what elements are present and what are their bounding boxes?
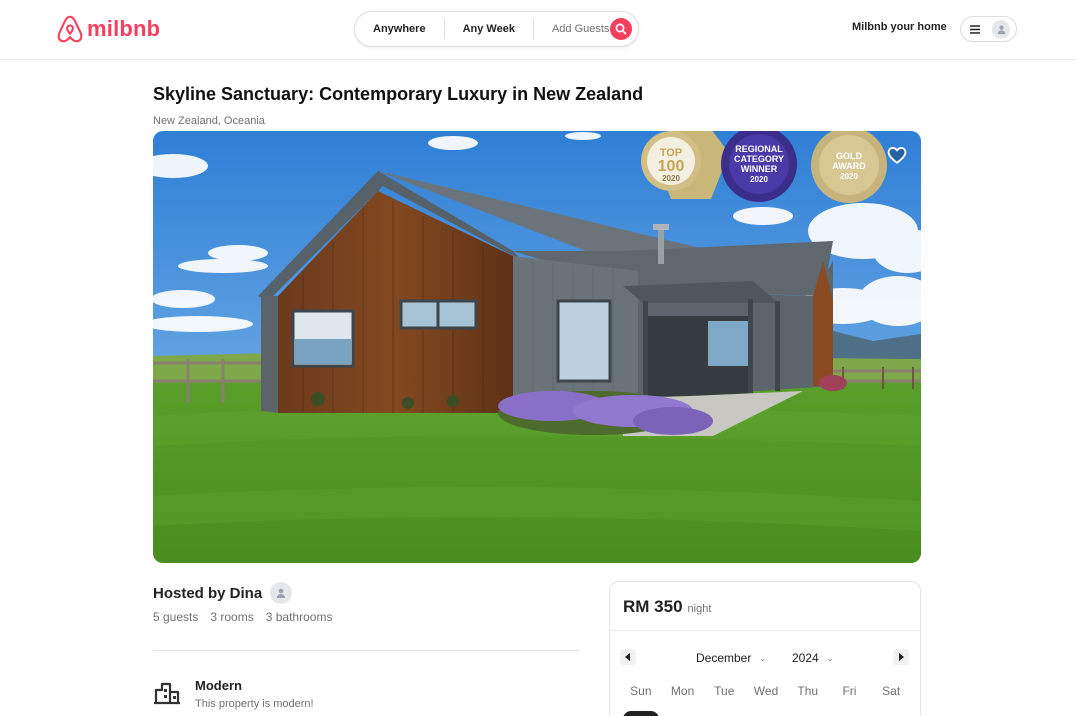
chevron-down-icon: ⌄ — [759, 653, 767, 663]
booking-divider — [610, 630, 920, 631]
chevron-left-icon — [625, 653, 630, 661]
calendar-weekdays: Sun Mon Tue Wed Thu Fri Sat — [620, 684, 912, 698]
next-month-button[interactable] — [893, 649, 909, 665]
chevron-down-icon: ⌄ — [826, 653, 834, 663]
feature-description: This property is modern! — [195, 698, 314, 710]
listing-specs: 5 guests 3 rooms 3 bathrooms — [153, 610, 332, 624]
user-menu-button[interactable] — [960, 16, 1017, 42]
month-select[interactable]: December ⌄ — [696, 651, 766, 665]
bathrooms-count: 3 bathrooms — [265, 610, 333, 624]
feature-title: Modern — [195, 678, 242, 693]
weekday-label: Thu — [797, 684, 819, 698]
badge-top-100-line2: 100 — [658, 158, 685, 175]
weekday-label: Tue — [714, 684, 735, 698]
nightly-price: RM 350 — [623, 597, 683, 616]
badge-top-100-year: 2020 — [662, 174, 680, 183]
rooms-count: 3 rooms — [210, 610, 254, 624]
search-icon — [615, 23, 627, 35]
favorite-heart-icon[interactable] — [886, 144, 908, 166]
badge-gold-line2: AWARD — [832, 161, 866, 171]
price-unit: night — [687, 603, 712, 615]
search-when[interactable]: Any Week — [445, 19, 533, 39]
brand-logo[interactable]: milbnb — [56, 14, 160, 44]
host-info: Hosted by Dina — [153, 582, 293, 604]
year-value: 2024 — [792, 651, 819, 665]
user-icon — [276, 588, 286, 598]
section-divider — [153, 650, 579, 651]
house-photo-illustration: TOP 100 2020 REGIONAL CATEGORY WINNER 20… — [153, 131, 921, 563]
top-navbar: milbnb Anywhere Any Week Add Guests Milb… — [0, 0, 1076, 60]
hosted-by-label: Hosted by Dina — [153, 584, 263, 602]
badge-regional-line1: REGIONAL — [735, 144, 783, 154]
price-row: RM 350 night — [623, 597, 711, 617]
host-your-home-link[interactable]: Milbnb your home — [852, 21, 947, 33]
badge-gold-line1: GOLD — [836, 151, 862, 161]
weekday-label: Sun — [630, 684, 652, 698]
selected-day[interactable] — [623, 711, 659, 716]
badge-gold-year: 2020 — [840, 172, 858, 181]
badge-regional-line2: CATEGORY — [734, 154, 784, 164]
year-select[interactable]: 2024 ⌄ — [792, 651, 833, 665]
search-where[interactable]: Anywhere — [355, 19, 444, 39]
user-avatar — [992, 19, 1010, 39]
weekday-label: Mon — [670, 684, 695, 698]
building-icon — [154, 682, 180, 705]
brand-mark-icon — [57, 15, 83, 43]
hamburger-menu-icon — [970, 24, 981, 34]
prev-month-button[interactable] — [620, 649, 636, 665]
badge-regional-year: 2020 — [750, 175, 768, 184]
search-button[interactable] — [610, 18, 632, 40]
listing-title: Skyline Sanctuary: Contemporary Luxury i… — [153, 84, 644, 104]
user-icon — [997, 25, 1005, 34]
chevron-right-icon — [899, 653, 904, 661]
booking-card: RM 350 night December ⌄ 2024 ⌄ Sun Mon T… — [609, 581, 921, 716]
guests-count: 5 guests — [153, 610, 199, 624]
listing-location: New Zealand, Oceania — [153, 115, 265, 127]
host-avatar — [270, 582, 293, 604]
weekday-label: Wed — [753, 684, 779, 698]
brand-name: milbnb — [87, 16, 161, 41]
weekday-label: Fri — [842, 684, 857, 698]
feature-modern: Modern This property is modern! — [153, 678, 314, 710]
badge-regional-line3: WINNER — [741, 164, 778, 174]
search-bar[interactable]: Anywhere Any Week Add Guests — [354, 11, 639, 47]
listing-photo: TOP 100 2020 REGIONAL CATEGORY WINNER 20… — [153, 131, 921, 563]
month-value: December — [696, 651, 752, 665]
weekday-label: Sat — [882, 684, 901, 698]
